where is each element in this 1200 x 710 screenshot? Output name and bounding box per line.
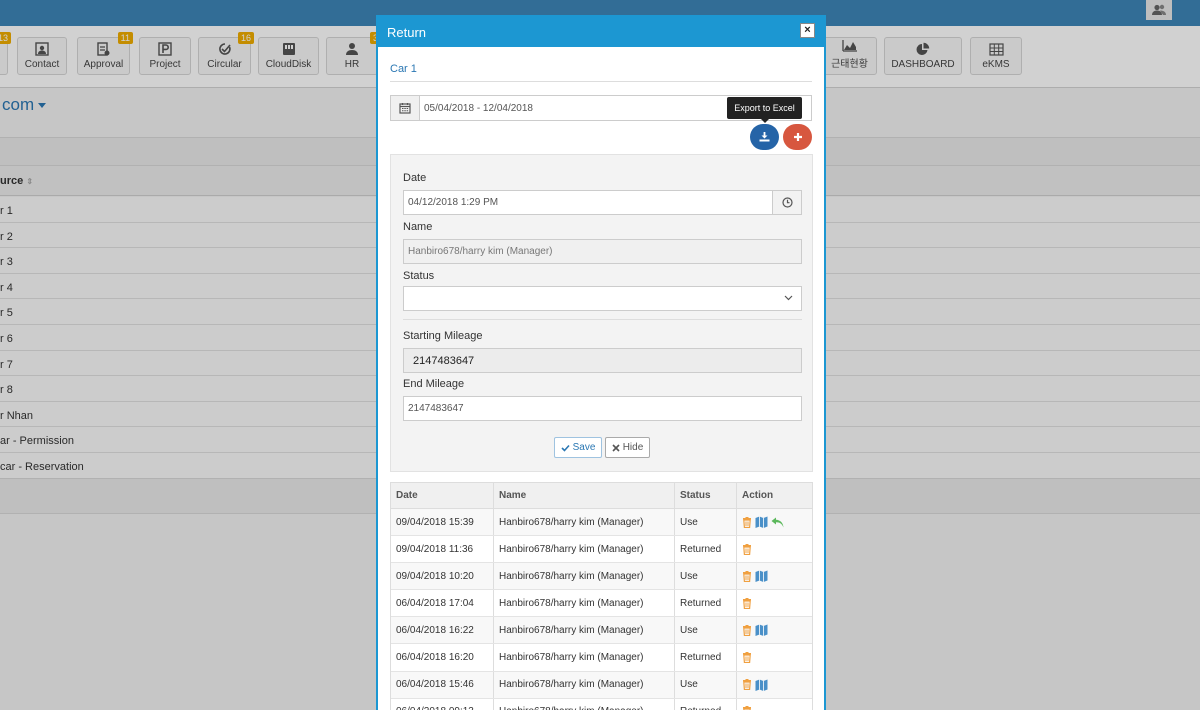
trash-icon[interactable] (742, 570, 752, 582)
table-header: Date Name Status Action (391, 483, 812, 509)
return-form: Date 04/12/2018 1:29 PM Name Hanbiro678/… (390, 154, 813, 472)
row-date: 06/04/2018 17:04 (391, 590, 494, 617)
car-title: Car 1 (390, 63, 417, 75)
row-status: Use (675, 509, 737, 536)
divider (403, 319, 802, 320)
row-date: 09/04/2018 11:36 (391, 536, 494, 563)
hide-label: Hide (622, 442, 644, 453)
check-icon (561, 444, 570, 452)
row-name: Hanbiro678/harry kim (Manager) (494, 536, 675, 563)
download-icon (759, 132, 770, 142)
history-table: Date Name Status Action 09/04/2018 15:39… (390, 482, 813, 710)
row-status: Returned (675, 590, 737, 617)
map-icon[interactable] (755, 679, 768, 691)
chevron-down-icon (784, 295, 793, 301)
row-status: Use (675, 617, 737, 644)
name-label: Name (403, 221, 433, 233)
header-action: Action (742, 490, 774, 501)
time-picker-button[interactable] (772, 191, 801, 214)
end-mileage-label: End Mileage (403, 378, 465, 390)
close-icon: × (804, 24, 811, 36)
calendar-addon[interactable] (391, 96, 420, 120)
row-status: Use (675, 563, 737, 590)
header-date: Date (391, 483, 494, 508)
trash-icon[interactable] (742, 597, 752, 609)
table-row[interactable]: 06/04/2018 16:20 Hanbiro678/harry kim (Ma… (391, 644, 812, 672)
row-date: 06/04/2018 16:22 (391, 617, 494, 644)
row-date: 06/04/2018 09:13 (391, 698, 494, 710)
row-status: Returned (675, 644, 737, 671)
trash-icon[interactable] (742, 679, 752, 691)
table-row[interactable]: 06/04/2018 09:13Hanbiro678/harry kim (Ma… (391, 698, 812, 710)
date-label: Date (403, 172, 427, 184)
modal-header: Return × (378, 17, 824, 47)
name-field: Hanbiro678/harry kim (Manager) (403, 239, 802, 264)
header-name: Name (494, 483, 675, 508)
date-value: 04/12/2018 1:29 PM (408, 197, 499, 208)
modal-title: Return (387, 25, 427, 40)
table-row[interactable]: 06/04/2018 17:04 Hanbiro678/harry kim (Ma… (391, 590, 812, 618)
clock-icon (781, 197, 793, 208)
save-button[interactable]: Save (554, 437, 602, 458)
close-button[interactable]: × (800, 23, 815, 38)
return-icon[interactable] (771, 517, 784, 528)
row-status: Returned (675, 536, 737, 563)
export-tooltip: Export to Excel (727, 97, 802, 123)
starting-mileage-field: 2147483647 (403, 348, 802, 373)
add-button[interactable] (783, 124, 812, 150)
date-field[interactable]: 04/12/2018 1:29 PM (403, 190, 802, 215)
trash-icon[interactable] (742, 624, 752, 636)
map-icon[interactable] (755, 570, 768, 583)
status-select[interactable] (403, 286, 802, 311)
row-status: Returned (675, 698, 737, 710)
header-status: Status (675, 483, 737, 508)
row-actions (737, 509, 812, 535)
name-value: Hanbiro678/harry kim (Manager) (408, 246, 553, 257)
table-row[interactable]: 06/04/2018 16:22 Hanbiro678/harry kim (Ma… (391, 617, 812, 645)
end-mileage-input[interactable]: 2147483647 (403, 396, 802, 421)
map-icon[interactable] (755, 624, 768, 637)
row-actions (737, 617, 812, 643)
row-actions (737, 590, 812, 616)
row-actions (737, 536, 812, 562)
trash-icon[interactable] (742, 706, 752, 710)
row-actions (737, 644, 812, 670)
trash-icon[interactable] (742, 516, 752, 528)
table-body: 09/04/2018 15:39 Hanbiro678/harry kim (Ma… (391, 509, 812, 710)
return-modal: Return × Car 1 Export to Excel Date 04/1… (376, 15, 826, 710)
status-label: Status (403, 270, 435, 282)
row-status: Use (675, 671, 737, 698)
row-name: Hanbiro678/harry kim (Manager) (494, 617, 675, 644)
row-name: Hanbiro678/harry kim (Manager) (494, 644, 675, 671)
map-icon[interactable] (755, 516, 768, 529)
row-name: Hanbiro678/harry kim (Manager) (494, 698, 675, 710)
row-date: 09/04/2018 10:20 (391, 563, 494, 590)
save-label: Save (572, 442, 596, 453)
row-date: 09/04/2018 15:39 (391, 509, 494, 536)
row-date: 06/04/2018 16:20 (391, 644, 494, 671)
starting-mileage-value: 2147483647 (413, 355, 475, 367)
divider (390, 81, 812, 82)
times-icon (612, 443, 620, 452)
row-actions (737, 672, 812, 698)
row-actions (737, 563, 812, 589)
plus-icon (793, 133, 802, 141)
row-actions (737, 699, 812, 710)
table-row[interactable]: 06/04/2018 15:46 Hanbiro678/harry kim (Ma… (391, 671, 812, 699)
row-date: 06/04/2018 15:46 (391, 671, 494, 698)
end-mileage-value: 2147483647 (408, 403, 464, 414)
row-name: Hanbiro678/harry kim (Manager) (494, 671, 675, 698)
table-row[interactable]: 09/04/2018 10:20 Hanbiro678/harry kim (Ma… (391, 563, 812, 591)
table-row[interactable]: 09/04/2018 11:36 Hanbiro678/harry kim (Ma… (391, 536, 812, 564)
calendar-icon (399, 103, 411, 114)
trash-icon[interactable] (742, 543, 752, 555)
starting-mileage-label: Starting Mileage (403, 330, 483, 342)
export-excel-button[interactable] (750, 124, 779, 150)
row-name: Hanbiro678/harry kim (Manager) (494, 590, 675, 617)
hide-button[interactable]: Hide (605, 437, 650, 458)
table-row[interactable]: 09/04/2018 15:39 Hanbiro678/harry kim (Ma… (391, 509, 812, 537)
row-name: Hanbiro678/harry kim (Manager) (494, 563, 675, 590)
row-name: Hanbiro678/harry kim (Manager) (494, 509, 675, 536)
trash-icon[interactable] (742, 652, 752, 664)
